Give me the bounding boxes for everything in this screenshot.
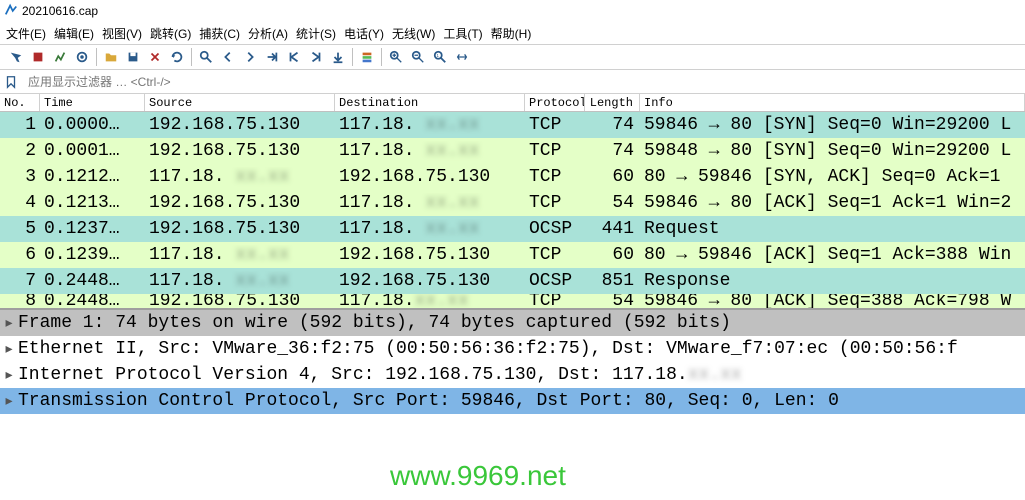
packet-row[interactable]: 10.0000…192.168.75.130117.18. xx.xxTCP74… (0, 112, 1025, 138)
restart-capture-icon[interactable] (50, 47, 70, 67)
start-capture-icon[interactable] (6, 47, 26, 67)
packet-row[interactable]: 50.1237…192.168.75.130117.18. xx.xxOCSP4… (0, 216, 1025, 242)
chevron-right-icon: ▸ (2, 390, 16, 412)
reload-file-icon[interactable] (167, 47, 187, 67)
menu-view[interactable]: 视图(V) (102, 25, 142, 42)
packet-list-header: No. Time Source Destination Protocol Len… (0, 94, 1025, 112)
zoom-reset-icon[interactable]: 1 (430, 47, 450, 67)
col-header-protocol[interactable]: Protocol (525, 94, 585, 111)
auto-scroll-icon[interactable] (328, 47, 348, 67)
menu-stats[interactable]: 统计(S) (296, 25, 336, 42)
close-file-icon[interactable] (145, 47, 165, 67)
menu-wireless[interactable]: 无线(W) (392, 25, 435, 42)
zoom-in-icon[interactable] (386, 47, 406, 67)
first-icon[interactable] (284, 47, 304, 67)
window-title: 20210616.cap (22, 4, 98, 18)
chevron-right-icon: ▸ (2, 312, 16, 334)
col-header-info[interactable]: Info (640, 94, 1025, 111)
packet-row-partial[interactable]: 80.2448…192.168.75.130117.18.xx.xxTCP545… (0, 294, 1025, 308)
menu-help[interactable]: 帮助(H) (491, 25, 532, 42)
find-icon[interactable] (196, 47, 216, 67)
packet-row[interactable]: 20.0001…192.168.75.130117.18. xx.xxTCP74… (0, 138, 1025, 164)
save-file-icon[interactable] (123, 47, 143, 67)
detail-frame[interactable]: ▸Frame 1: 74 bytes on wire (592 bits), 7… (0, 310, 1025, 336)
next-icon[interactable] (240, 47, 260, 67)
packet-row[interactable]: 70.2448…117.18. xx.xx192.168.75.130OCSP8… (0, 268, 1025, 294)
title-bar: 20210616.cap (0, 0, 1025, 22)
menu-tel[interactable]: 电话(Y) (344, 25, 384, 42)
menu-tools[interactable]: 工具(T) (443, 25, 482, 42)
col-header-time[interactable]: Time (40, 94, 145, 111)
capture-options-icon[interactable] (72, 47, 92, 67)
col-header-source[interactable]: Source (145, 94, 335, 111)
chevron-right-icon: ▸ (2, 338, 16, 360)
toolbar: 1 (0, 44, 1025, 70)
menu-go[interactable]: 跳转(G) (150, 25, 191, 42)
packet-row[interactable]: 30.1212…117.18. xx.xx192.168.75.130TCP60… (0, 164, 1025, 190)
last-icon[interactable] (306, 47, 326, 67)
detail-tcp[interactable]: ▸Transmission Control Protocol, Src Port… (0, 388, 1025, 414)
bookmark-icon[interactable] (0, 71, 22, 93)
detail-ethernet[interactable]: ▸Ethernet II, Src: VMware_36:f2:75 (00:5… (0, 336, 1025, 362)
menu-bar: 文件(E) 编辑(E) 视图(V) 跳转(G) 捕获(C) 分析(A) 统计(S… (0, 22, 1025, 44)
packet-list[interactable]: 10.0000…192.168.75.130117.18. xx.xxTCP74… (0, 112, 1025, 308)
menu-edit[interactable]: 编辑(E) (54, 25, 94, 42)
resize-columns-icon[interactable] (452, 47, 472, 67)
chevron-right-icon: ▸ (2, 364, 16, 386)
goto-icon[interactable] (262, 47, 282, 67)
packet-row[interactable]: 60.1239…117.18. xx.xx192.168.75.130TCP60… (0, 242, 1025, 268)
menu-analyze[interactable]: 分析(A) (248, 25, 288, 42)
packet-details-pane[interactable]: ▸Frame 1: 74 bytes on wire (592 bits), 7… (0, 308, 1025, 414)
filter-bar (0, 70, 1025, 94)
svg-text:1: 1 (437, 53, 440, 58)
prev-icon[interactable] (218, 47, 238, 67)
app-icon (4, 3, 18, 20)
display-filter-input[interactable] (22, 71, 1025, 93)
col-header-no[interactable]: No. (0, 94, 40, 111)
colorize-icon[interactable] (357, 47, 377, 67)
col-header-destination[interactable]: Destination (335, 94, 525, 111)
zoom-out-icon[interactable] (408, 47, 428, 67)
menu-file[interactable]: 文件(E) (6, 25, 46, 42)
watermark-text: www.9969.net (390, 460, 566, 492)
stop-capture-icon[interactable] (28, 47, 48, 67)
detail-ip[interactable]: ▸Internet Protocol Version 4, Src: 192.1… (0, 362, 1025, 388)
open-file-icon[interactable] (101, 47, 121, 67)
packet-row[interactable]: 40.1213…192.168.75.130117.18. xx.xxTCP54… (0, 190, 1025, 216)
col-header-length[interactable]: Length (585, 94, 640, 111)
menu-capture[interactable]: 捕获(C) (199, 25, 240, 42)
